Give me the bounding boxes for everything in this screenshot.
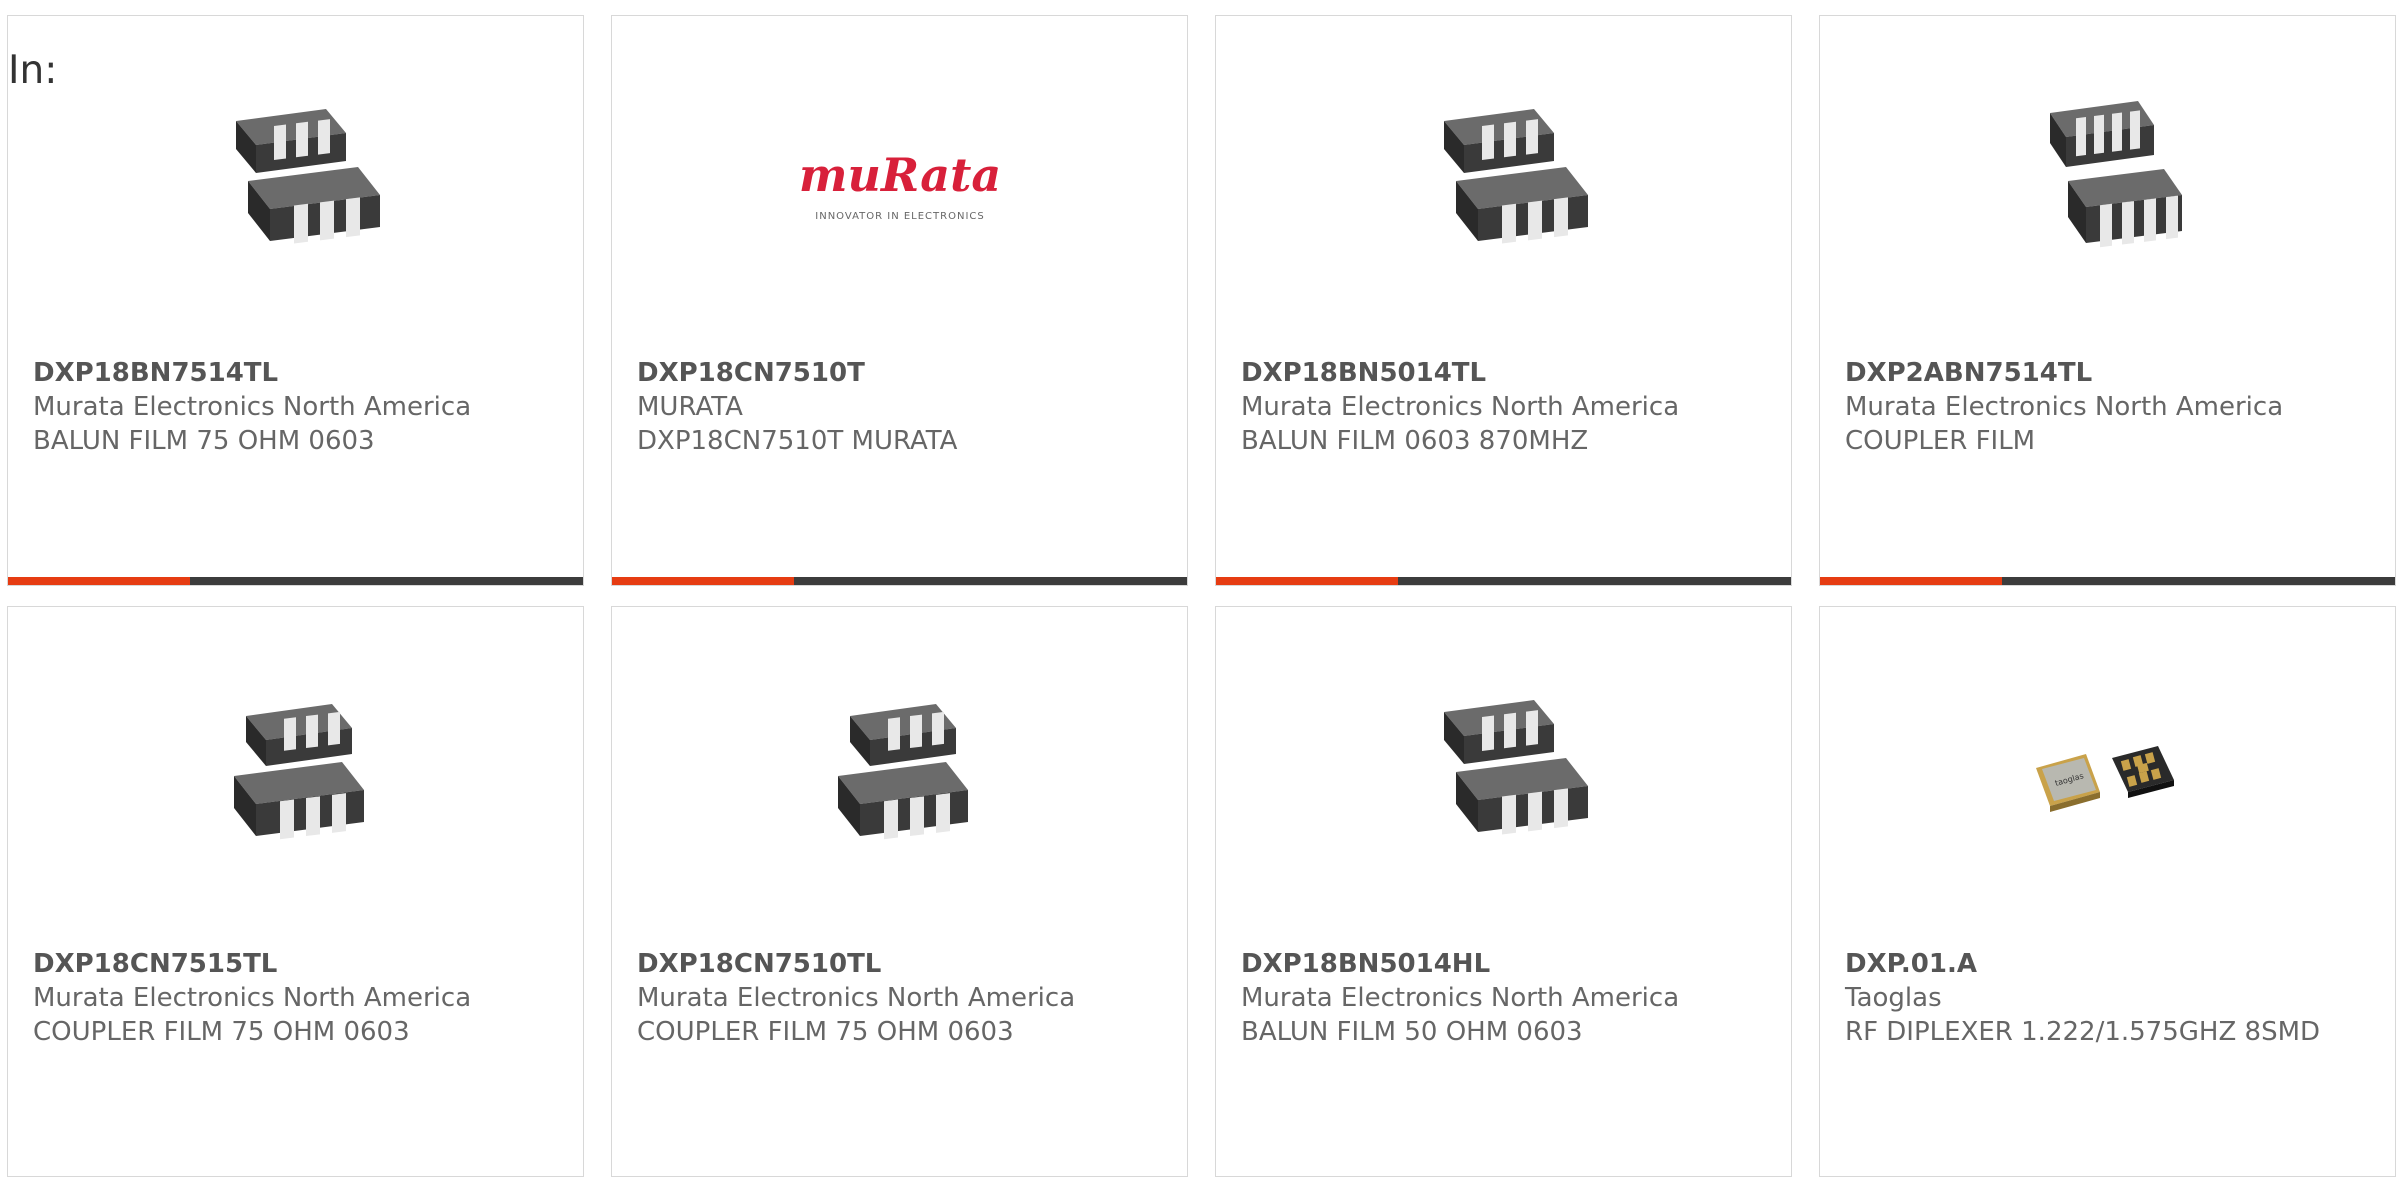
manufacturer-name: Murata Electronics North America — [1845, 392, 2284, 422]
product-image[interactable] — [8, 672, 583, 872]
murata-logo: muRata INNOVATOR IN ELECTRONICS — [798, 148, 1000, 222]
card-accent-bar — [8, 577, 583, 585]
product-image[interactable]: muRata INNOVATOR IN ELECTRONICS — [612, 81, 1187, 281]
chip-4-terminal-icon — [233, 704, 364, 840]
part-number[interactable]: DXP18BN5014TL — [1241, 356, 1771, 390]
manufacturer-name: Murata Electronics North America — [33, 983, 472, 1013]
product-card[interactable]: DXP18BN5014TL Murata Electronics North A… — [1215, 15, 1792, 586]
part-number[interactable]: DXP.01.A — [1845, 947, 2375, 981]
product-card[interactable]: muRata INNOVATOR IN ELECTRONICS DXP18CN7… — [611, 15, 1188, 586]
part-number[interactable]: DXP18BN7514TL — [33, 356, 563, 390]
product-card[interactable]: DXP18CN7510TL Murata Electronics North A… — [611, 606, 1188, 1177]
chip-4-terminal-icon — [235, 109, 380, 244]
manufacturer-name: Murata Electronics North America — [33, 392, 472, 422]
product-description: DXP18CN7510T MURATA — [637, 426, 958, 456]
card-accent-bar — [1820, 577, 2395, 585]
part-number[interactable]: DXP18BN5014HL — [1241, 947, 1771, 981]
product-description: RF DIPLEXER 1.222/1.575GHZ 8SMD — [1845, 1017, 2321, 1047]
filter-label: In: — [8, 48, 58, 93]
manufacturer-name: Murata Electronics North America — [637, 983, 1076, 1013]
chip-4-terminal-icon — [1443, 109, 1588, 244]
product-description: BALUN FILM 75 OHM 0603 — [33, 426, 375, 456]
logo-brand: muRata — [798, 148, 1000, 202]
product-image[interactable] — [1820, 81, 2395, 281]
manufacturer-name: MURATA — [637, 392, 743, 422]
product-card[interactable]: DXP18BN5014HL Murata Electronics North A… — [1215, 606, 1792, 1177]
product-grid: DXP18BN7514TL Murata Electronics North A… — [7, 15, 2400, 1177]
product-card[interactable]: DXP18BN7514TL Murata Electronics North A… — [7, 15, 584, 586]
chip-6-terminal-icon — [2049, 101, 2182, 248]
manufacturer-name: Taoglas — [1845, 983, 1942, 1013]
product-image[interactable]: taoglas — [1820, 672, 2395, 872]
card-accent-bar — [612, 577, 1187, 585]
part-number[interactable]: DXP18CN7510T — [637, 356, 1167, 390]
product-description: COUPLER FILM 75 OHM 0603 — [637, 1017, 1014, 1047]
card-accent-bar — [1216, 577, 1791, 585]
logo-tagline: INNOVATOR IN ELECTRONICS — [815, 211, 984, 222]
diplexer-8smd-icon: taoglas — [2035, 746, 2174, 812]
manufacturer-name: Murata Electronics North America — [1241, 983, 1680, 1013]
product-description: COUPLER FILM 75 OHM 0603 — [33, 1017, 410, 1047]
chip-4-terminal-icon — [1443, 700, 1588, 835]
product-description: BALUN FILM 50 OHM 0603 — [1241, 1017, 1583, 1047]
part-number[interactable]: DXP18CN7510TL — [637, 947, 1167, 981]
part-number[interactable]: DXP2ABN7514TL — [1845, 356, 2375, 390]
part-number[interactable]: DXP18CN7515TL — [33, 947, 563, 981]
product-card[interactable]: DXP2ABN7514TL Murata Electronics North A… — [1819, 15, 2396, 586]
product-description: BALUN FILM 0603 870MHZ — [1241, 426, 1589, 456]
product-image[interactable] — [1216, 81, 1791, 281]
product-card[interactable]: DXP18CN7515TL Murata Electronics North A… — [7, 606, 584, 1177]
product-image[interactable] — [8, 81, 583, 281]
chip-4-terminal-icon — [837, 704, 968, 840]
product-card[interactable]: taoglas DXP.01.A Taoglas RF DIPLEXER 1.2… — [1819, 606, 2396, 1177]
product-description: COUPLER FILM — [1845, 426, 2036, 456]
product-image[interactable] — [612, 672, 1187, 872]
manufacturer-name: Murata Electronics North America — [1241, 392, 1680, 422]
product-image[interactable] — [1216, 672, 1791, 872]
